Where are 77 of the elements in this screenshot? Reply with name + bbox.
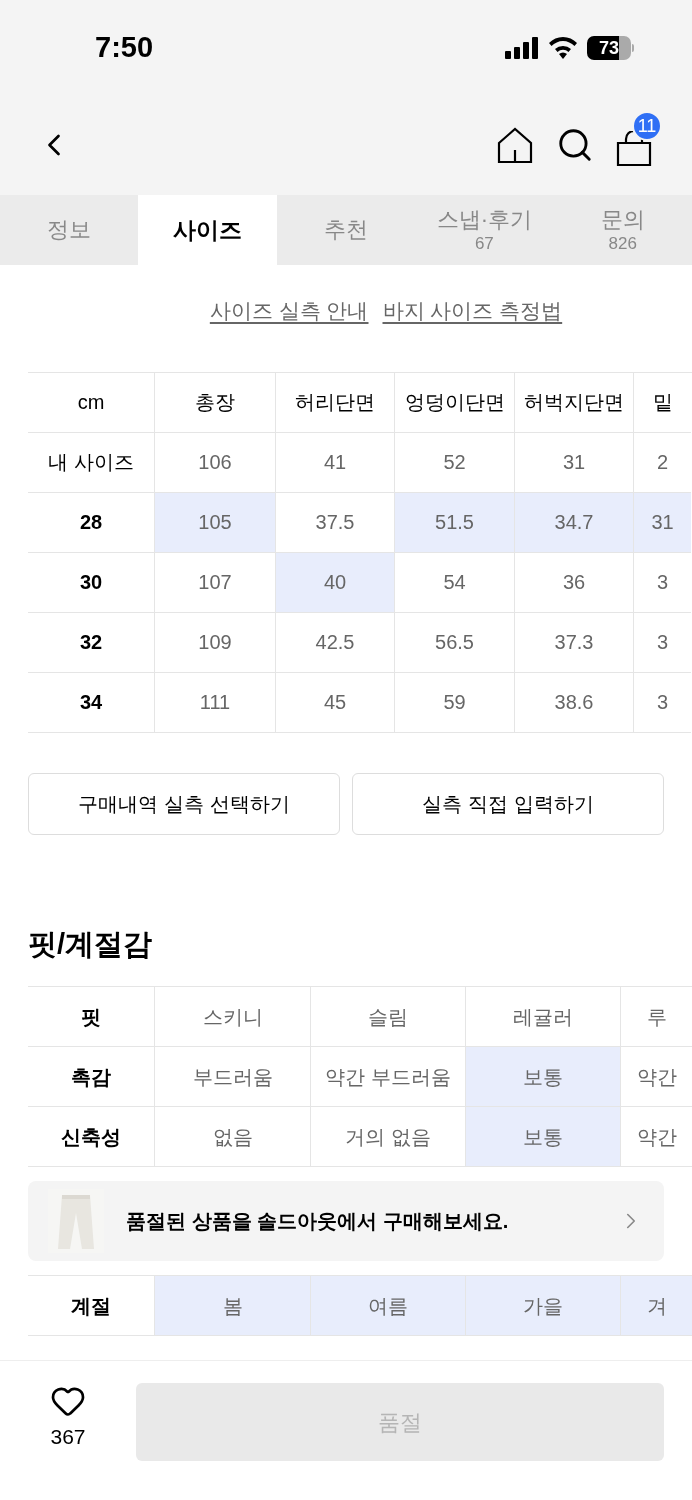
home-icon[interactable] — [496, 126, 534, 164]
table-cell-text: 3 — [656, 570, 669, 595]
table-cell-text: 3 — [656, 690, 669, 715]
table-cell-text: 보통 — [523, 1064, 563, 1090]
table-cell-text: 없음 — [212, 1124, 253, 1150]
row-header: 신축성 — [61, 1124, 121, 1150]
table-cell-text: 31 — [562, 450, 586, 475]
table-cell-text: 31 — [651, 510, 674, 535]
table-cell-text: 37.5 — [315, 510, 355, 535]
table-cell-text: 봄 — [222, 1293, 243, 1319]
toast-message: 품절된 상품을 솔드아웃에서 구매해보세요. — [126, 1209, 510, 1234]
battery-icon: 73 — [587, 35, 634, 60]
table-cell-text: 루 — [646, 1004, 667, 1030]
cart-badge: 11 — [632, 111, 662, 141]
table-cell-text: 107 — [198, 570, 232, 595]
shopping-bag-icon[interactable] — [616, 131, 652, 167]
table-cell-text: 2 — [656, 450, 669, 475]
column-header: 밑 — [652, 390, 673, 415]
table-cell-text: 약간 — [636, 1124, 677, 1150]
table-cell-text: 36 — [562, 570, 586, 595]
table-cell-text: 54 — [443, 570, 466, 595]
row-header: 계절 — [71, 1293, 111, 1319]
table-cell-text: 40 — [323, 570, 347, 595]
table-cell-text: 약간 — [636, 1064, 677, 1090]
signal-icon — [505, 36, 539, 59]
guide-link[interactable]: 바지 사이즈 측정법 — [382, 295, 563, 327]
table-cell-text: 여름 — [368, 1293, 408, 1319]
table-cell-text: 45 — [323, 690, 347, 715]
table-cell-text: 34.7 — [554, 510, 594, 535]
table-cell-text: 51.5 — [435, 510, 474, 535]
row-header: 34 — [79, 690, 103, 715]
row-header: 32 — [79, 630, 103, 655]
table-cell-text: 겨 — [646, 1293, 667, 1319]
unit-label: cm — [77, 390, 105, 415]
column-header: 허리단면 — [295, 390, 375, 415]
table-cell-text: 56.5 — [435, 630, 474, 655]
table-cell-text: 3 — [656, 630, 669, 655]
tab[interactable]: 추천 — [276, 195, 416, 265]
row-header: 핏 — [81, 1004, 101, 1030]
table-cell-text: 38.6 — [554, 690, 594, 715]
column-header: 허벅지단면 — [524, 390, 624, 415]
table-cell-text: 109 — [198, 630, 232, 655]
table-cell-text: 슬림 — [368, 1004, 408, 1030]
table-cell-text: 약간 부드러움 — [325, 1064, 451, 1090]
table-cell-text: 41 — [323, 450, 347, 475]
table-cell-text: 부드러움 — [192, 1064, 273, 1090]
tab[interactable]: 정보 — [0, 195, 139, 265]
row-header: 내 사이즈 — [48, 450, 134, 475]
table-cell-text: 보통 — [523, 1124, 563, 1150]
table-cell-text: 37.3 — [554, 630, 594, 655]
search-icon[interactable] — [556, 126, 594, 164]
row-header: 28 — [79, 510, 103, 535]
tab[interactable]: 사이즈 — [138, 195, 277, 265]
row-header: 촉감 — [71, 1064, 111, 1090]
status-time: 7:50 — [95, 29, 154, 65]
table-cell-text: 105 — [198, 510, 232, 535]
tab[interactable]: 스냅·후기 67 — [415, 195, 554, 265]
table-cell-text: 거의 없음 — [345, 1124, 431, 1150]
action-button[interactable]: 실측 직접 입력하기 — [352, 772, 664, 835]
toast-banner[interactable]: 품절된 상품을 솔드아웃에서 구매해보세요. — [28, 1181, 664, 1261]
column-header: 엉덩이단면 — [404, 390, 505, 415]
table-cell-text: 111 — [199, 690, 231, 715]
guide-link[interactable]: 사이즈 실측 안내 — [209, 295, 369, 327]
section-title: 핏/계절감 — [27, 926, 154, 962]
table-cell-text: 42.5 — [315, 630, 355, 655]
table-cell-text: 59 — [443, 690, 466, 715]
table-cell-text: 가을 — [523, 1293, 563, 1319]
tab[interactable]: 문의 826 — [553, 195, 692, 265]
row-header: 30 — [79, 570, 103, 595]
like-button[interactable]: 367 — [28, 1383, 108, 1453]
table-cell-text: 스키니 — [202, 1004, 263, 1030]
column-header: 총장 — [195, 390, 235, 415]
table-cell-text: 레귤러 — [513, 1004, 573, 1030]
wifi-icon — [549, 36, 577, 59]
table-cell-text: 106 — [198, 450, 232, 475]
action-button[interactable]: 구매내역 실측 선택하기 — [28, 772, 340, 835]
table-cell-text: 52 — [443, 450, 466, 475]
